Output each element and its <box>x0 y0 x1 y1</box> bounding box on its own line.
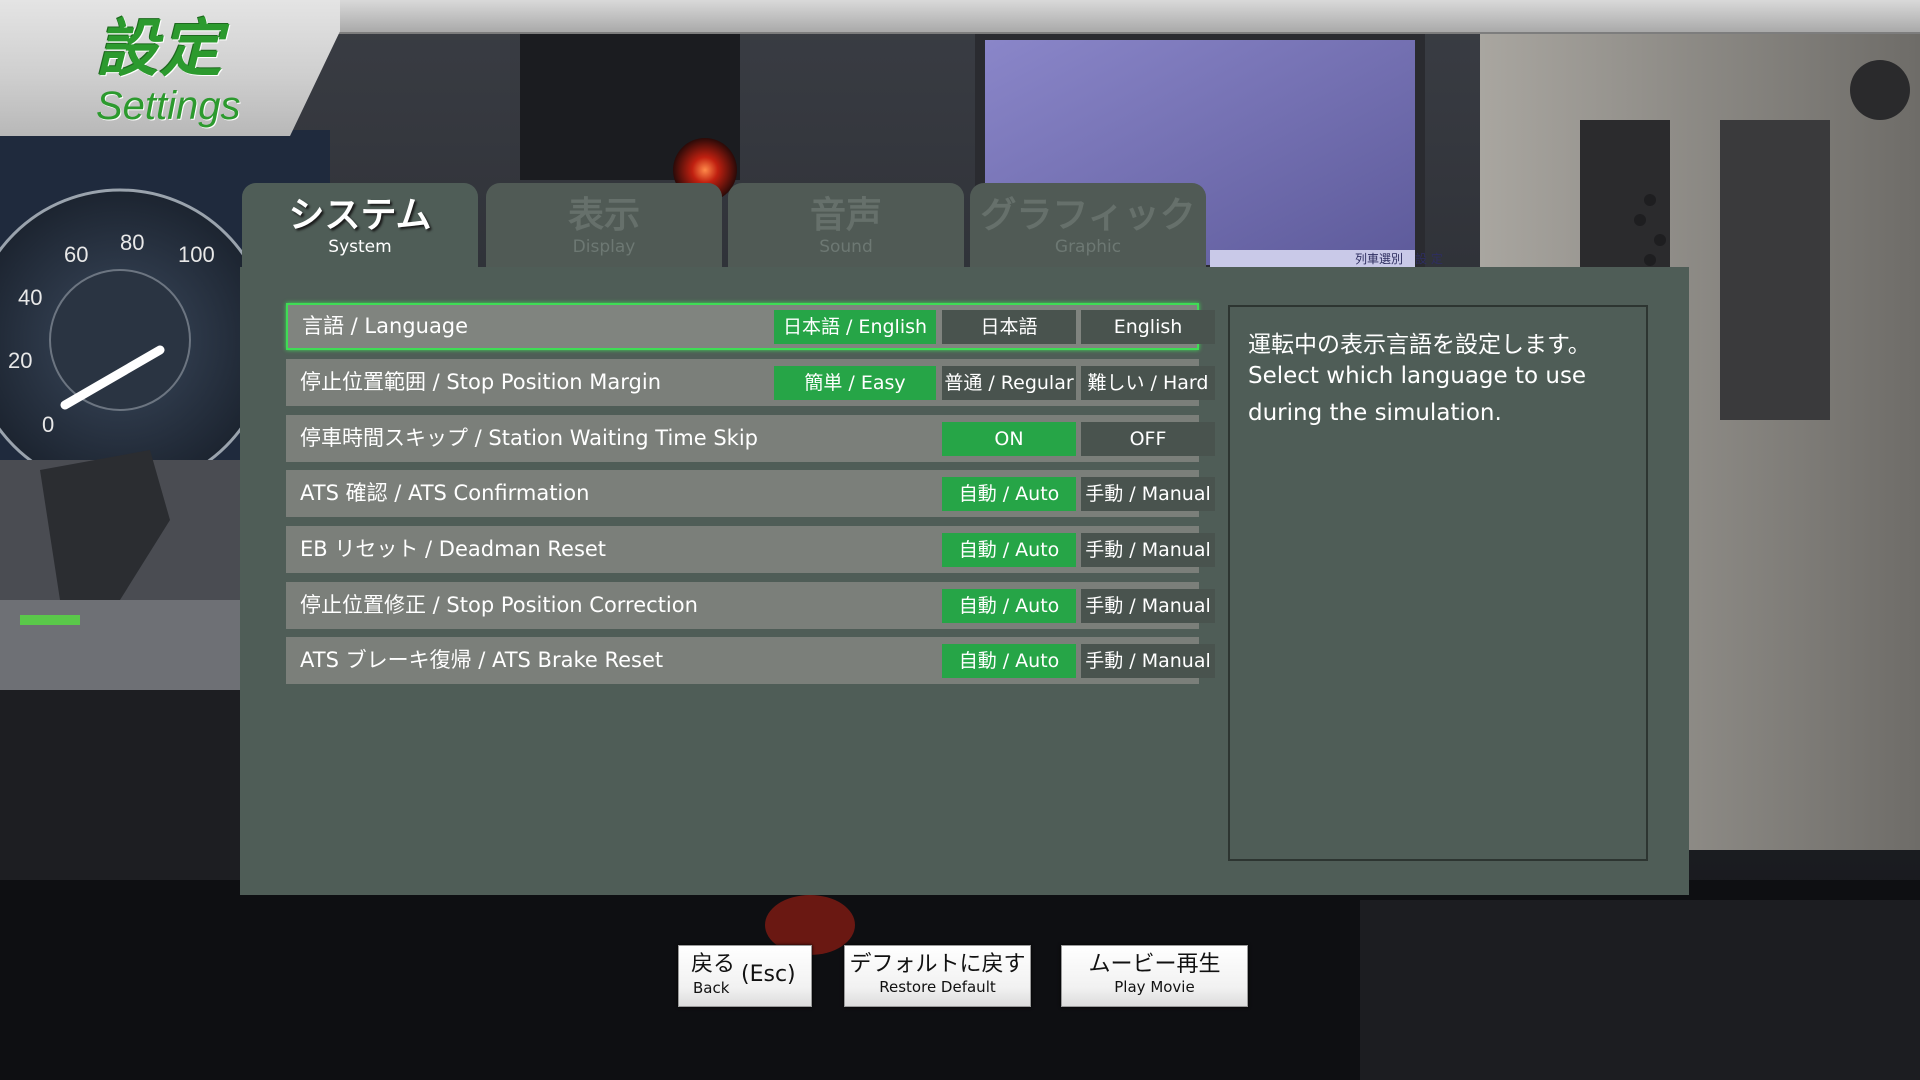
setting-row-stop-position-correction[interactable]: 停止位置修正 / Stop Position Correction 自動 / A… <box>286 582 1215 629</box>
movie-label-en: Play Movie <box>1114 978 1195 996</box>
option-auto[interactable]: 自動 / Auto <box>942 533 1076 567</box>
setting-label: 停車時間スキップ / Station Waiting Time Skip <box>300 426 758 450</box>
restore-default-button[interactable]: デフォルトに戻す Restore Default <box>844 945 1031 1007</box>
option-manual[interactable]: 手動 / Manual <box>1081 477 1215 511</box>
setting-label: EB リセット / Deadman Reset <box>300 537 607 561</box>
option-auto[interactable]: 自動 / Auto <box>942 644 1076 678</box>
setting-label: 停止位置修正 / Stop Position Correction <box>300 593 698 617</box>
option-auto[interactable]: 自動 / Auto <box>942 477 1076 511</box>
svg-text:20: 20 <box>8 348 32 373</box>
option-en[interactable]: English <box>1081 310 1215 344</box>
restore-label-en: Restore Default <box>879 978 996 996</box>
back-label-en: Back <box>693 979 730 997</box>
option-regular[interactable]: 普通 / Regular <box>942 366 1076 400</box>
tab-label-en: System <box>328 237 392 257</box>
setting-row-deadman-reset[interactable]: EB リセット / Deadman Reset 自動 / Auto 手動 / M… <box>286 526 1215 573</box>
option-manual[interactable]: 手動 / Manual <box>1081 533 1215 567</box>
setting-row-waiting-time-skip[interactable]: 停車時間スキップ / Station Waiting Time Skip ON … <box>286 415 1215 462</box>
setting-row-ats-confirmation[interactable]: ATS 確認 / ATS Confirmation 自動 / Auto 手動 /… <box>286 470 1215 517</box>
option-jp[interactable]: 日本語 <box>942 310 1076 344</box>
setting-row-stop-position-margin[interactable]: 停止位置範囲 / Stop Position Margin 簡単 / Easy … <box>286 359 1215 406</box>
tab-label-en: Graphic <box>1054 237 1122 257</box>
option-jp-en[interactable]: 日本語 / English <box>774 310 936 344</box>
tab-label-en: Sound <box>819 237 873 257</box>
svg-text:80: 80 <box>120 230 144 255</box>
svg-text:40: 40 <box>18 285 42 310</box>
back-button[interactable]: 戻る Back (Esc) <box>678 945 812 1007</box>
tab-system[interactable]: システム System <box>242 183 478 268</box>
tab-label-en: Display <box>572 237 636 257</box>
svg-text:100: 100 <box>178 242 215 267</box>
esc-key-hint: (Esc) <box>741 962 796 987</box>
settings-panel: 言語 / Language 日本語 / English 日本語 English … <box>240 267 1689 895</box>
page-title-jp: 設定 <box>96 12 225 85</box>
svg-text:設 定: 設 定 <box>1415 251 1443 266</box>
tab-sound[interactable]: 音声 Sound <box>728 183 964 268</box>
option-off[interactable]: OFF <box>1081 422 1215 456</box>
setting-row-ats-brake-reset[interactable]: ATS ブレーキ復帰 / ATS Brake Reset 自動 / Auto 手… <box>286 637 1215 684</box>
setting-label: 言語 / Language <box>302 314 469 338</box>
option-auto[interactable]: 自動 / Auto <box>942 589 1076 623</box>
option-easy[interactable]: 簡単 / Easy <box>774 366 936 400</box>
tab-label-jp: システム <box>288 195 432 236</box>
tab-graphic[interactable]: グラフィック Graphic <box>970 183 1206 268</box>
svg-text:60: 60 <box>64 242 88 267</box>
option-hard[interactable]: 難しい / Hard <box>1081 366 1215 400</box>
option-manual[interactable]: 手動 / Manual <box>1081 589 1215 623</box>
description-box: 運転中の表示言語を設定します。 Select which language to… <box>1228 305 1648 861</box>
restore-label-jp: デフォルトに戻す <box>849 952 1026 977</box>
title-plate: 設定 Settings <box>0 0 340 136</box>
svg-text:0: 0 <box>42 412 54 437</box>
tab-label-jp: 音声 <box>809 195 882 236</box>
back-label-jp: 戻る <box>691 952 736 977</box>
description-line: during the simulation. <box>1248 400 1502 426</box>
description-line: Select which language to use <box>1248 363 1587 389</box>
setting-label: ATS 確認 / ATS Confirmation <box>300 481 590 505</box>
option-manual[interactable]: 手動 / Manual <box>1081 644 1215 678</box>
tab-label-jp: 表示 <box>567 195 640 236</box>
setting-row-language[interactable]: 言語 / Language 日本語 / English 日本語 English <box>286 303 1215 350</box>
setting-label: 停止位置範囲 / Stop Position Margin <box>300 370 662 394</box>
movie-label-jp: ムービー再生 <box>1088 952 1221 977</box>
tab-label-jp: グラフィック <box>980 195 1196 236</box>
setting-label: ATS ブレーキ復帰 / ATS Brake Reset <box>300 648 664 672</box>
page-title-en: Settings <box>96 84 241 128</box>
option-on[interactable]: ON <box>942 422 1076 456</box>
tab-display[interactable]: 表示 Display <box>486 183 722 268</box>
play-movie-button[interactable]: ムービー再生 Play Movie <box>1061 945 1248 1007</box>
svg-text:列車選別: 列車選別 <box>1355 252 1403 266</box>
description-line: 運転中の表示言語を設定します。 <box>1248 332 1591 358</box>
